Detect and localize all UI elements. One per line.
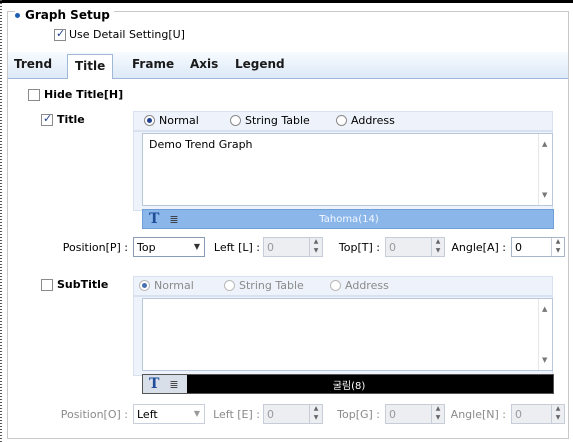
subtitle-top-value: 0: [389, 407, 396, 421]
subtitle-angle-value: 0: [515, 407, 522, 421]
spin-down-icon[interactable]: ▼: [310, 247, 322, 256]
spin-down-icon[interactable]: ▼: [552, 414, 564, 423]
title-top-label: Top[T] :: [338, 241, 380, 254]
tab-title[interactable]: Title: [67, 54, 114, 79]
title-radio-address[interactable]: Address: [336, 114, 395, 127]
subtitle-position-select[interactable]: Left ▼: [133, 404, 205, 424]
title-top-value: 0: [389, 240, 396, 254]
radio-normal-label: Normal: [154, 279, 194, 292]
radio-normal[interactable]: [144, 115, 155, 126]
bullet-icon: [15, 12, 20, 18]
scroll-down-icon[interactable]: ▼: [542, 356, 547, 364]
subtitle-position-value: Left: [137, 407, 158, 421]
radio-string-table[interactable]: [230, 115, 241, 126]
title-enable-option[interactable]: Title: [41, 112, 85, 126]
title-font-name: Tahoma(14): [319, 213, 379, 225]
scroll-up-icon[interactable]: ▲: [542, 140, 547, 148]
subtitle-text-input[interactable]: ▲ ▼: [142, 298, 553, 371]
radio-string-table-label: String Table: [245, 114, 310, 127]
spin-up-icon[interactable]: ▲: [310, 238, 322, 247]
tab-legend[interactable]: Legend: [235, 57, 285, 71]
title-section-label: Title: [57, 113, 85, 126]
subtitle-font-bar[interactable]: T ≣ 굴림(8): [142, 374, 554, 394]
title-top-spin[interactable]: 0 ▲ ▼: [385, 237, 445, 257]
spin-up-icon[interactable]: ▲: [432, 405, 444, 414]
title-angle-label: Angle[A] :: [451, 241, 506, 254]
subtitle-radio-normal[interactable]: Normal: [139, 279, 194, 292]
subtitle-radio-address[interactable]: Address: [330, 279, 389, 292]
graph-setup-header: Graph Setup: [15, 8, 114, 22]
title-left-label: Left [L] :: [213, 241, 260, 254]
title-font-bar[interactable]: T ≣ Tahoma(14): [142, 209, 554, 229]
subtitle-checkbox[interactable]: [41, 278, 53, 291]
spin-up-icon[interactable]: ▲: [552, 405, 564, 414]
radio-string-table[interactable]: [224, 280, 235, 291]
title-left-spin[interactable]: 0 ▲ ▼: [263, 237, 323, 257]
subtitle-top-label: Top[G] :: [337, 408, 380, 421]
chevron-down-icon: ▼: [193, 409, 200, 418]
scroll-down-icon[interactable]: ▼: [542, 191, 547, 199]
hide-title-checkbox[interactable]: [28, 88, 40, 101]
spin-down-icon[interactable]: ▼: [432, 414, 444, 423]
hide-title-label: Hide Title[H]: [44, 88, 124, 101]
use-detail-label: Use Detail Setting[U]: [69, 28, 185, 41]
radio-address-label: Address: [351, 114, 395, 127]
title-radio-normal[interactable]: Normal: [144, 114, 199, 127]
title-position-label: Position[P] :: [62, 241, 128, 254]
spin-up-icon[interactable]: ▲: [552, 238, 564, 247]
title-left-value: 0: [267, 240, 274, 254]
spin-up-icon[interactable]: ▲: [432, 238, 444, 247]
use-detail-setting[interactable]: Use Detail Setting[U]: [54, 27, 185, 41]
subtitle-left-value: 0: [267, 407, 274, 421]
title-text-value: Demo Trend Graph: [149, 138, 253, 151]
subtitle-text-scrollbar[interactable]: ▲ ▼: [538, 299, 552, 370]
radio-string-table-label: String Table: [239, 279, 304, 292]
subtitle-section-label: SubTitle: [57, 278, 109, 291]
spin-down-icon[interactable]: ▼: [432, 247, 444, 256]
spin-up-icon[interactable]: ▲: [310, 405, 322, 414]
title-text-scrollbar[interactable]: ▲ ▼: [538, 134, 552, 205]
title-checkbox[interactable]: [41, 112, 53, 126]
subtitle-top-spin[interactable]: 0 ▲ ▼: [385, 404, 445, 424]
dotted-frame-edge: [0, 0, 6, 442]
subtitle-radio-string-table[interactable]: String Table: [224, 279, 304, 292]
title-angle-spin[interactable]: 0 ▲ ▼: [511, 237, 565, 257]
title-angle-value: 0: [515, 240, 522, 254]
tab-axis[interactable]: Axis: [190, 57, 218, 71]
radio-address-label: Address: [345, 279, 389, 292]
hide-title-option[interactable]: Hide Title[H]: [28, 88, 123, 101]
title-position-value: Top: [137, 240, 156, 254]
scroll-up-icon[interactable]: ▲: [542, 305, 547, 313]
radio-normal-label: Normal: [159, 114, 199, 127]
title-tab-content: Hide Title[H] Title Normal String Table …: [8, 79, 568, 437]
spin-down-icon[interactable]: ▼: [310, 414, 322, 423]
radio-address[interactable]: [336, 115, 347, 126]
tab-frame[interactable]: Frame: [132, 57, 174, 71]
radio-address[interactable]: [330, 280, 341, 291]
subtitle-left-label: Left [E] :: [213, 408, 260, 421]
subtitle-enable-option[interactable]: SubTitle: [41, 278, 108, 291]
radio-normal[interactable]: [139, 280, 150, 291]
subtitle-angle-spin[interactable]: 0 ▲ ▼: [511, 404, 565, 424]
window-top-border: [0, 0, 573, 3]
spin-down-icon[interactable]: ▼: [552, 247, 564, 256]
subtitle-font-name: 굴림(8): [332, 380, 366, 392]
title-radio-string-table[interactable]: String Table: [230, 114, 310, 127]
subtitle-left-spin[interactable]: 0 ▲ ▼: [263, 404, 323, 424]
subtitle-position-label: Position[O] :: [60, 408, 128, 421]
title-text-input[interactable]: Demo Trend Graph ▲ ▼: [142, 133, 553, 206]
use-detail-checkbox[interactable]: [54, 27, 66, 41]
tab-bar: Trend Title Frame Axis Legend: [8, 52, 568, 79]
tab-trend[interactable]: Trend: [14, 57, 52, 71]
title-position-select[interactable]: Top ▼: [133, 237, 205, 257]
subtitle-angle-label: Angle[N] :: [450, 408, 506, 421]
chevron-down-icon: ▼: [193, 242, 200, 251]
group-title: Graph Setup: [25, 8, 110, 22]
